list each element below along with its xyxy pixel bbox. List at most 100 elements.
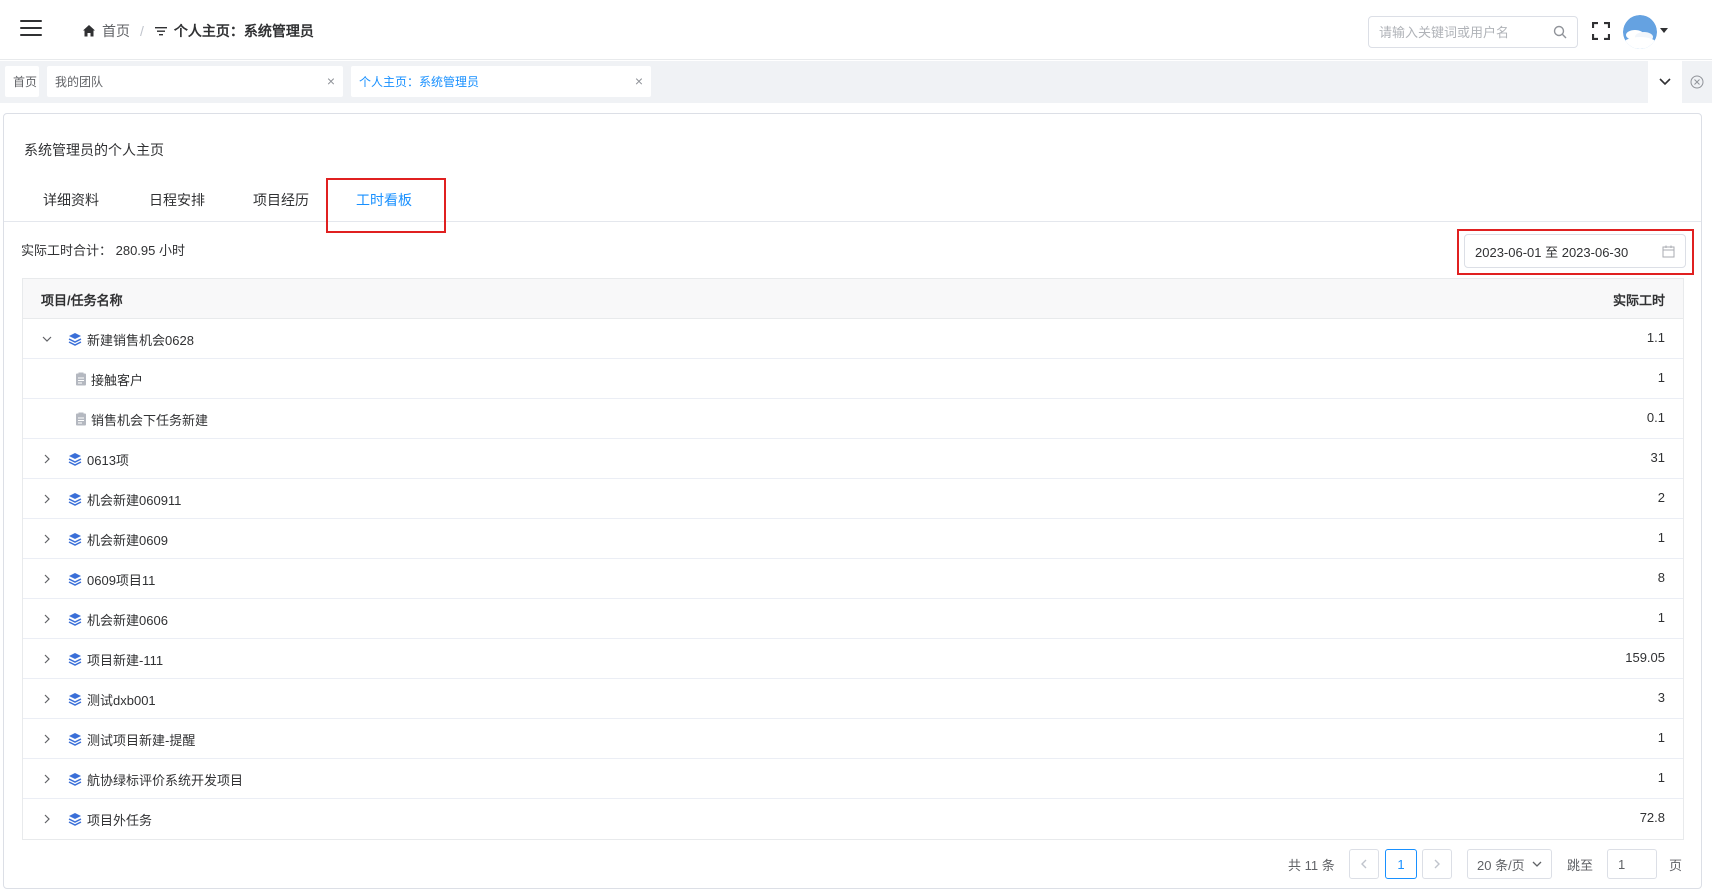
layers-icon: [68, 812, 82, 826]
chevron-right-icon[interactable]: [41, 653, 53, 665]
row-hours: 1: [1657, 610, 1665, 625]
layers-icon: [68, 332, 82, 346]
chevron-right-icon: [1434, 859, 1440, 869]
chevron-right-icon[interactable]: [41, 453, 53, 465]
row-hours: 8: [1657, 570, 1665, 585]
layers-icon: [68, 492, 82, 506]
chevron-left-icon: [1361, 859, 1367, 869]
row-hours: 159.05: [1625, 650, 1665, 665]
table-row[interactable]: 接触客户 1: [23, 359, 1683, 399]
chevron-right-icon[interactable]: [41, 493, 53, 505]
tag-my-team[interactable]: 我的团队 ×: [47, 66, 343, 97]
search-icon[interactable]: [1553, 25, 1567, 39]
row-name: 0613项: [87, 453, 129, 468]
tab-project-history[interactable]: 项目经历: [236, 178, 326, 222]
close-icon[interactable]: ×: [327, 74, 335, 88]
worktime-table: 项目/任务名称 实际工时 新建销售机会0628 1.1 接触客户 1 销售机会下任务新建…: [22, 278, 1684, 840]
breadcrumb-home[interactable]: 首页: [102, 21, 130, 41]
table-row[interactable]: 0609项目11 8: [23, 559, 1683, 599]
tab-schedule[interactable]: 日程安排: [132, 178, 222, 222]
next-page-button[interactable]: [1422, 849, 1452, 879]
chevron-right-icon[interactable]: [41, 813, 53, 825]
pagination-total: 共 11 条: [1288, 858, 1335, 873]
row-name: 销售机会下任务新建: [91, 413, 209, 428]
tags-dropdown-button[interactable]: [1648, 61, 1682, 103]
date-range-picker[interactable]: 2023-06-01 至 2023-06-30: [1464, 234, 1686, 268]
layers-icon: [68, 532, 82, 546]
close-icon[interactable]: ×: [635, 74, 643, 88]
caret-down-icon[interactable]: [1660, 28, 1668, 33]
date-range-value: 2023-06-01 至 2023-06-30: [1475, 244, 1629, 260]
table-body: 新建销售机会0628 1.1 接触客户 1 销售机会下任务新建 0.1 0613项 31 机会新…: [23, 319, 1683, 839]
table-row[interactable]: 0613项 31: [23, 439, 1683, 479]
chevron-right-icon[interactable]: [41, 613, 53, 625]
chevron-down-icon: [1659, 78, 1671, 86]
row-hours: 0.1: [1646, 410, 1665, 425]
page-size-select[interactable]: 20 条/页: [1467, 849, 1552, 879]
row-hours: 1: [1657, 770, 1665, 785]
layers-icon: [68, 692, 82, 706]
circle-close-icon: [1690, 75, 1704, 89]
row-name: 新建销售机会0628: [87, 333, 194, 348]
row-name: 项目新建-111: [87, 653, 164, 668]
table-row[interactable]: 项目外任务 72.8: [23, 799, 1683, 839]
tag-personal-home[interactable]: 个人主页：系统管理员 ×: [351, 66, 651, 97]
tag-home[interactable]: 首页: [5, 66, 39, 97]
page-number-button[interactable]: 1: [1385, 849, 1417, 879]
jump-label: 跳至: [1567, 858, 1594, 873]
chevron-right-icon[interactable]: [41, 773, 53, 785]
row-hours: 1: [1657, 370, 1665, 385]
search-input[interactable]: [1369, 17, 1539, 47]
table-row[interactable]: 项目新建-111 159.05: [23, 639, 1683, 679]
table-row[interactable]: 机会新建0609 1: [23, 519, 1683, 559]
avatar[interactable]: [1623, 15, 1657, 49]
table-row[interactable]: 新建销售机会0628 1.1: [23, 319, 1683, 359]
row-hours: 2: [1657, 490, 1665, 505]
tag-label: 个人主页：系统管理员: [359, 75, 480, 89]
table-row[interactable]: 测试dxb001 3: [23, 679, 1683, 719]
row-hours: 72.8: [1639, 810, 1665, 825]
tab-worktime-board[interactable]: 工时看板: [339, 178, 429, 222]
layers-icon: [68, 572, 82, 586]
column-header-name: 项目/任务名称: [41, 293, 123, 308]
task-icon: [75, 372, 87, 386]
jump-page-input[interactable]: 1: [1607, 849, 1657, 879]
tag-label: 首页: [13, 75, 38, 89]
row-name: 0609项目11: [87, 573, 156, 588]
chevron-right-icon[interactable]: [41, 733, 53, 745]
page-title: 系统管理员的个人主页: [24, 142, 164, 158]
table-row[interactable]: 机会新建0606 1: [23, 599, 1683, 639]
row-hours: 1: [1657, 730, 1665, 745]
row-name: 测试dxb001: [87, 693, 156, 708]
menu-toggle-icon[interactable]: [20, 20, 42, 38]
task-icon: [75, 412, 87, 426]
chevron-right-icon[interactable]: [41, 533, 53, 545]
table-row[interactable]: 销售机会下任务新建 0.1: [23, 399, 1683, 439]
row-name: 机会新建060911: [87, 493, 182, 508]
row-name: 测试项目新建-提醒: [87, 733, 196, 748]
close-all-tags-button[interactable]: [1682, 61, 1712, 103]
breadcrumb-current: 个人主页：系统管理员: [173, 23, 314, 39]
page-size-value: 20 条/页: [1477, 857, 1525, 873]
breadcrumb: 首页 / 个人主页：系统管理员: [82, 20, 314, 42]
table-row[interactable]: 航协绿标评价系统开发项目 1: [23, 759, 1683, 799]
prev-page-button[interactable]: [1349, 849, 1379, 879]
calendar-icon: [1662, 245, 1675, 258]
chevron-right-icon[interactable]: [41, 693, 53, 705]
fullscreen-icon[interactable]: [1592, 22, 1610, 40]
column-header-hours: 实际工时: [1612, 293, 1665, 308]
layers-icon: [68, 732, 82, 746]
table-header: 项目/任务名称 实际工时: [23, 279, 1683, 319]
chevron-right-icon[interactable]: [41, 573, 53, 585]
table-row[interactable]: 测试项目新建-提醒 1: [23, 719, 1683, 759]
search-box[interactable]: [1368, 16, 1578, 48]
tab-details[interactable]: 详细资料: [26, 178, 116, 222]
row-name: 项目外任务: [87, 813, 153, 828]
chevron-down-icon[interactable]: [41, 333, 53, 345]
row-hours: 1.1: [1646, 330, 1665, 345]
layers-icon: [68, 612, 82, 626]
tabs: 详细资料 日程安排 项目经历 工时看板: [4, 178, 1701, 222]
row-hours: 3: [1657, 690, 1665, 705]
table-row[interactable]: 机会新建060911 2: [23, 479, 1683, 519]
tags-bar: 首页 我的团队 × 个人主页：系统管理员 ×: [0, 61, 1712, 103]
